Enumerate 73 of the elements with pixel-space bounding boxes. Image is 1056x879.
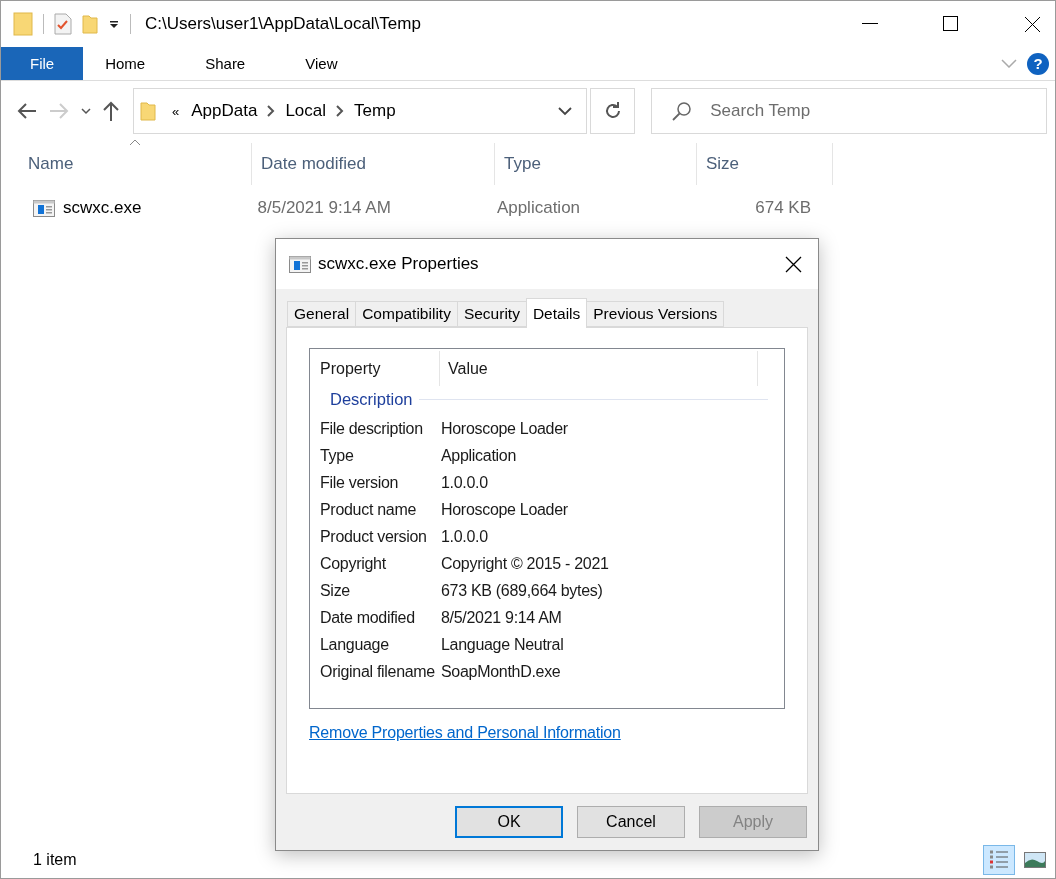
close-icon bbox=[784, 255, 802, 273]
property-name: File version bbox=[319, 473, 400, 492]
window-title: C:\Users\user1\AppData\Local\Temp bbox=[145, 14, 422, 34]
breadcrumb[interactable]: Temp bbox=[352, 101, 398, 121]
property-value: 1.0.0.0 bbox=[440, 527, 488, 546]
dialog-tab[interactable]: Compatibility bbox=[355, 301, 458, 327]
property-value: Horoscope Loader bbox=[440, 500, 568, 519]
property-value: 1.0.0.0 bbox=[440, 473, 488, 492]
landscape-thumbnail-icon bbox=[1024, 852, 1046, 868]
overflow-button[interactable]: « bbox=[170, 103, 182, 119]
column-header[interactable]: Date modified bbox=[252, 143, 495, 185]
dialog-tab[interactable]: Security bbox=[456, 301, 527, 327]
column-header[interactable]: Property bbox=[312, 351, 440, 386]
column-header[interactable]: Value bbox=[440, 351, 758, 386]
ribbon-tab[interactable]: Home bbox=[83, 47, 168, 80]
dropdown-icon[interactable] bbox=[558, 106, 572, 116]
property-value: Application bbox=[440, 446, 516, 465]
ribbon-tab[interactable]: View bbox=[283, 47, 360, 80]
property-name: Date modified bbox=[319, 608, 416, 627]
property-value: Copyright © 2015 - 2021 bbox=[440, 554, 609, 573]
item-count: 1 item bbox=[33, 851, 77, 869]
dialog-tab[interactable]: Previous Versions bbox=[586, 301, 725, 327]
ribbon-tab[interactable]: File bbox=[1, 47, 84, 80]
remove-properties-link[interactable]: Remove Properties and Personal Information bbox=[309, 724, 621, 742]
property-name: Type bbox=[319, 446, 355, 465]
chevron-down-icon bbox=[81, 107, 91, 115]
details-view-button[interactable] bbox=[983, 845, 1015, 875]
dialog-tab[interactable]: Details bbox=[525, 298, 588, 328]
property-value: Horoscope Loader bbox=[440, 419, 568, 438]
minimize-icon bbox=[862, 23, 878, 25]
property-name: File description bbox=[319, 419, 424, 438]
property-name: Size bbox=[319, 581, 351, 600]
property-value: SoapMonthD.exe bbox=[440, 662, 561, 681]
property-name: Product version bbox=[319, 527, 428, 546]
dialog-title: scwxc.exe Properties bbox=[318, 254, 480, 274]
property-name: Original filename bbox=[319, 662, 436, 681]
property-value: 673 KB (689,664 bytes) bbox=[440, 581, 603, 600]
property-value: 8/5/2021 9:14 AM bbox=[440, 608, 562, 627]
file-name: scwxc.exe bbox=[63, 198, 142, 218]
search-icon bbox=[672, 101, 693, 121]
chevron-right-icon bbox=[336, 105, 345, 117]
breadcrumb[interactable]: Local bbox=[283, 101, 329, 121]
column-header[interactable]: Type bbox=[495, 143, 697, 185]
breadcrumb[interactable]: AppData bbox=[189, 101, 260, 121]
help-button[interactable]: ? bbox=[1027, 52, 1049, 75]
maximize-icon bbox=[943, 16, 959, 32]
dialog-button[interactable]: Cancel bbox=[577, 806, 685, 838]
column-header[interactable]: Name bbox=[19, 143, 252, 185]
details-list-icon bbox=[989, 850, 1009, 870]
dialog-tab[interactable]: General bbox=[287, 301, 357, 327]
property-value: Language Neutral bbox=[440, 635, 564, 654]
property-name: Language bbox=[319, 635, 390, 654]
group-header: Description bbox=[330, 389, 413, 409]
refresh-button[interactable] bbox=[590, 88, 636, 134]
ribbon-tab[interactable]: Share bbox=[183, 47, 268, 80]
address-bar[interactable]: « AppData Local Temp bbox=[133, 88, 587, 134]
file-row[interactable]: scwxc.exe 8/5/2021 9:14 AM Application 674 KB bbox=[1, 189, 821, 227]
new-folder-icon bbox=[82, 14, 98, 34]
search-box[interactable]: Search Temp bbox=[651, 88, 1047, 134]
date-modified: 8/5/2021 9:14 AM bbox=[257, 198, 391, 218]
file-size: 674 KB bbox=[755, 198, 811, 218]
property-name: Product name bbox=[319, 500, 417, 519]
chevron-right-icon bbox=[267, 105, 276, 117]
property-name: Copyright bbox=[319, 554, 387, 573]
dropdown-icon[interactable] bbox=[108, 18, 120, 30]
dialog-button[interactable]: OK bbox=[455, 806, 563, 838]
close-icon bbox=[1023, 15, 1041, 33]
column-header[interactable]: Size bbox=[697, 143, 833, 185]
file-type: Application bbox=[496, 198, 581, 218]
properties-icon[interactable] bbox=[54, 13, 72, 35]
application-icon bbox=[33, 199, 55, 217]
folder-icon bbox=[140, 101, 156, 121]
application-icon bbox=[289, 255, 311, 273]
